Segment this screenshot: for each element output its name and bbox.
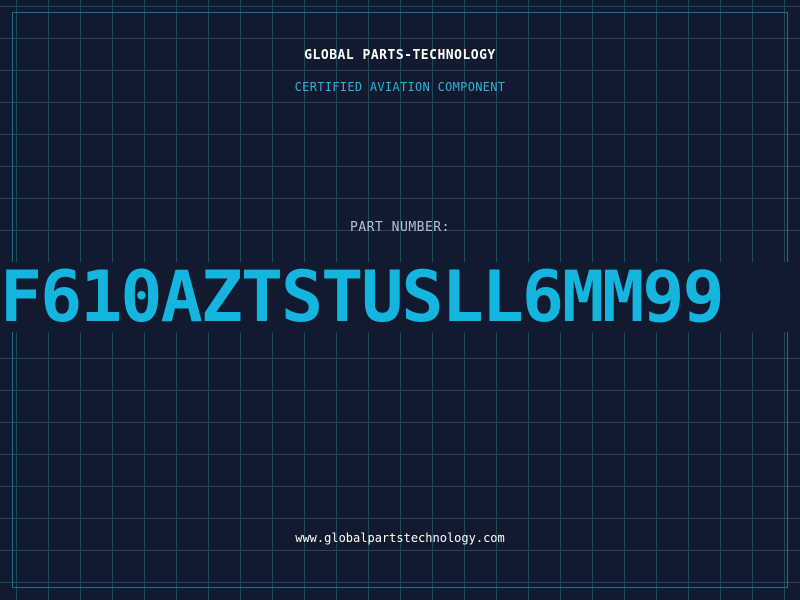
- part-number-label: PART NUMBER:: [350, 220, 450, 235]
- part-number-band: F610AZTSTUSLL6MM99: [0, 262, 800, 332]
- brand-name: GLOBAL PARTS-TECHNOLOGY: [304, 48, 496, 63]
- part-number-value: F610AZTSTUSLL6MM99: [0, 262, 725, 332]
- brand-subtitle: CERTIFIED AVIATION COMPONENT: [294, 80, 506, 94]
- website-url[interactable]: www.globalpartstechnology.com: [0, 531, 800, 545]
